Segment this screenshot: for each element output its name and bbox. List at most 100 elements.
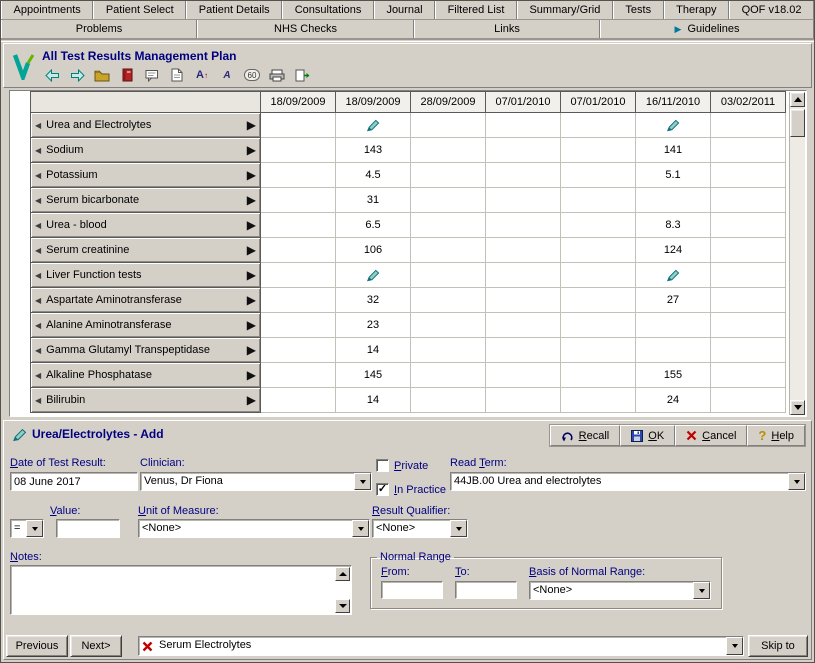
expand-right-icon[interactable]: ▶ xyxy=(247,168,256,182)
tab-therapy[interactable]: Therapy xyxy=(664,1,729,19)
result-cell[interactable]: 23 xyxy=(336,313,411,338)
result-cell[interactable] xyxy=(636,188,711,213)
next-button[interactable]: Next> xyxy=(70,635,122,657)
result-cell[interactable] xyxy=(261,138,336,163)
result-cell[interactable] xyxy=(561,113,636,138)
result-cell[interactable] xyxy=(711,363,786,388)
result-cell[interactable] xyxy=(561,238,636,263)
expand-right-icon[interactable]: ▶ xyxy=(247,393,256,407)
result-cell[interactable] xyxy=(561,213,636,238)
comment-icon[interactable] xyxy=(142,66,162,84)
folder-icon[interactable] xyxy=(92,66,112,84)
tab-guidelines[interactable]: ▶Guidelines xyxy=(600,20,814,38)
result-cell[interactable] xyxy=(711,313,786,338)
row-header-alanine-aminotransferase[interactable]: ◀Alanine Aminotransferase▶ xyxy=(31,313,261,338)
basis-select[interactable]: <None> xyxy=(529,581,711,600)
read-term-dropdown-arrow-icon[interactable] xyxy=(788,473,805,490)
result-cell[interactable] xyxy=(486,113,561,138)
result-cell[interactable] xyxy=(486,163,561,188)
result-cell[interactable] xyxy=(636,113,711,138)
collapse-left-icon[interactable]: ◀ xyxy=(35,271,41,280)
result-cell[interactable] xyxy=(486,313,561,338)
expand-right-icon[interactable]: ▶ xyxy=(247,243,256,257)
test-selector-dropdown-arrow-icon[interactable] xyxy=(726,637,743,655)
row-header-urea-blood[interactable]: ◀Urea - blood▶ xyxy=(31,213,261,238)
result-cell[interactable] xyxy=(261,388,336,413)
tab-filtered-list[interactable]: Filtered List xyxy=(435,1,517,19)
notes-scroll-down-button[interactable] xyxy=(335,599,350,613)
result-cell[interactable]: 155 xyxy=(636,363,711,388)
row-header-alkaline-phosphatase[interactable]: ◀Alkaline Phosphatase▶ xyxy=(31,363,261,388)
row-header-serum-bicarbonate[interactable]: ◀Serum bicarbonate▶ xyxy=(31,188,261,213)
result-cell[interactable] xyxy=(486,138,561,163)
expand-right-icon[interactable]: ▶ xyxy=(247,143,256,157)
result-cell[interactable] xyxy=(411,113,486,138)
help-button[interactable]: ? Help xyxy=(747,425,805,446)
read-term-select[interactable]: 44JB.00 Urea and electrolytes xyxy=(450,472,806,491)
tab-patient-details[interactable]: Patient Details xyxy=(186,1,282,19)
result-cell[interactable] xyxy=(336,263,411,288)
result-cell[interactable] xyxy=(486,188,561,213)
back-arrow-icon[interactable] xyxy=(42,66,62,84)
result-cell[interactable] xyxy=(561,188,636,213)
result-cell[interactable] xyxy=(336,113,411,138)
expand-right-icon[interactable]: ▶ xyxy=(247,318,256,332)
result-cell[interactable] xyxy=(711,263,786,288)
result-cell[interactable] xyxy=(261,163,336,188)
result-cell[interactable] xyxy=(411,388,486,413)
tab-problems[interactable]: Problems xyxy=(1,20,197,38)
to-input[interactable] xyxy=(455,581,517,599)
result-cell[interactable] xyxy=(261,363,336,388)
badge-60-icon[interactable]: 60 xyxy=(242,66,262,84)
result-cell[interactable] xyxy=(411,238,486,263)
result-cell[interactable] xyxy=(486,213,561,238)
forward-arrow-icon[interactable] xyxy=(67,66,87,84)
collapse-left-icon[interactable]: ◀ xyxy=(35,171,41,180)
collapse-left-icon[interactable]: ◀ xyxy=(35,321,41,330)
result-cell[interactable] xyxy=(411,188,486,213)
notes-scroll-up-button[interactable] xyxy=(335,567,350,581)
tab-patient-select[interactable]: Patient Select xyxy=(93,1,186,19)
row-header-serum-creatinine[interactable]: ◀Serum creatinine▶ xyxy=(31,238,261,263)
vertical-scrollbar[interactable] xyxy=(789,92,805,415)
result-cell[interactable] xyxy=(261,188,336,213)
result-cell[interactable] xyxy=(411,338,486,363)
result-cell[interactable] xyxy=(636,338,711,363)
scrollbar-thumb[interactable] xyxy=(790,109,805,137)
result-cell[interactable] xyxy=(711,338,786,363)
collapse-left-icon[interactable]: ◀ xyxy=(35,221,41,230)
result-cell[interactable] xyxy=(411,213,486,238)
tab-consultations[interactable]: Consultations xyxy=(282,1,374,19)
row-header-sodium[interactable]: ◀Sodium▶ xyxy=(31,138,261,163)
expand-right-icon[interactable]: ▶ xyxy=(247,218,256,232)
expand-right-icon[interactable]: ▶ xyxy=(247,368,256,382)
tab-appointments[interactable]: Appointments xyxy=(1,1,93,19)
result-cell[interactable] xyxy=(561,163,636,188)
result-cell[interactable] xyxy=(636,263,711,288)
row-header-gamma-glutamyl-transpeptidase[interactable]: ◀Gamma Glutamyl Transpeptidase▶ xyxy=(31,338,261,363)
result-cell[interactable] xyxy=(261,338,336,363)
result-cell[interactable] xyxy=(411,163,486,188)
from-input[interactable] xyxy=(381,581,443,599)
tab-journal[interactable]: Journal xyxy=(374,1,435,19)
value-input[interactable] xyxy=(56,519,120,538)
recall-button[interactable]: Recall xyxy=(550,425,621,446)
result-cell[interactable]: 6.5 xyxy=(336,213,411,238)
note-icon[interactable] xyxy=(167,66,187,84)
result-cell[interactable]: 27 xyxy=(636,288,711,313)
basis-dropdown-arrow-icon[interactable] xyxy=(693,582,710,599)
collapse-left-icon[interactable]: ◀ xyxy=(35,146,41,155)
tab-qof-v18-02[interactable]: QOF v18.02 xyxy=(729,1,814,19)
result-cell[interactable] xyxy=(411,313,486,338)
result-cell[interactable] xyxy=(411,288,486,313)
cancel-button[interactable]: Cancel xyxy=(675,425,747,446)
result-cell[interactable] xyxy=(711,213,786,238)
qualifier-dropdown-arrow-icon[interactable] xyxy=(450,520,467,537)
expand-right-icon[interactable]: ▶ xyxy=(247,343,256,357)
date-input[interactable] xyxy=(10,472,138,491)
collapse-left-icon[interactable]: ◀ xyxy=(35,371,41,380)
clinician-dropdown-arrow-icon[interactable] xyxy=(354,473,371,490)
export-icon[interactable] xyxy=(292,66,312,84)
result-cell[interactable] xyxy=(411,263,486,288)
operator-dropdown-arrow-icon[interactable] xyxy=(26,520,43,537)
